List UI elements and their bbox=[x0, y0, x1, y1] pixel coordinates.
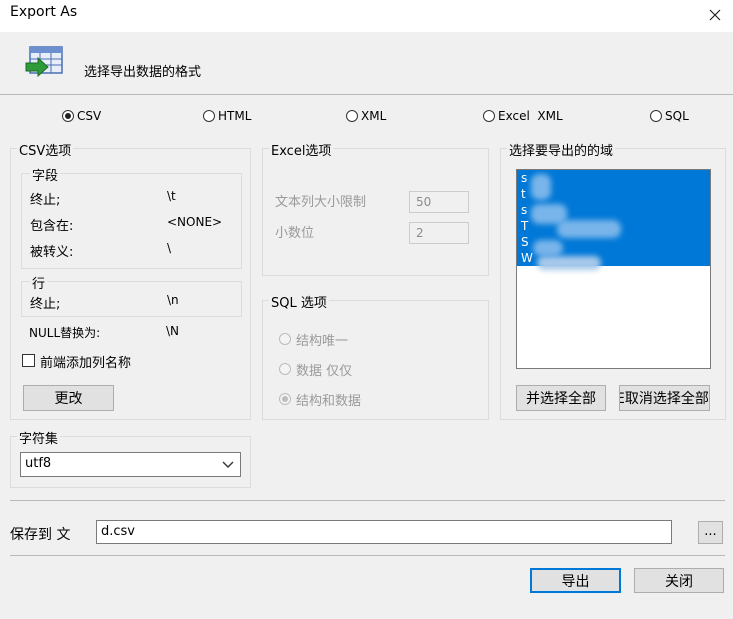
blur-patch bbox=[557, 220, 621, 238]
add-column-names-checkbox[interactable] bbox=[22, 354, 35, 367]
select-all-button[interactable]: 并选择全部 bbox=[516, 385, 606, 411]
format-selector: CSV HTML XML Excel XML SQL bbox=[0, 109, 733, 129]
charset-value: utf8 bbox=[25, 456, 52, 471]
format-label: HTML bbox=[218, 109, 252, 123]
close-window-button[interactable] bbox=[697, 0, 733, 30]
format-radio-sql[interactable]: SQL bbox=[650, 109, 689, 123]
field-enclosed-label: 包含在: bbox=[30, 219, 74, 234]
null-replace-label: NULL替换为: bbox=[29, 326, 101, 340]
fields-subgroup: 字段 终止; \t 包含在: <NONE> 被转义: \ bbox=[21, 165, 242, 269]
radio-dot bbox=[62, 110, 74, 122]
title-bar: Export As bbox=[0, 0, 733, 32]
text-col-limit-label: 文本列大小限制 bbox=[275, 195, 367, 210]
format-label: CSV bbox=[77, 109, 102, 123]
radio-dot bbox=[346, 110, 358, 122]
close-button[interactable]: 关闭 bbox=[634, 568, 724, 593]
chevron-down-icon bbox=[222, 461, 234, 468]
radio-dot bbox=[650, 110, 662, 122]
decimals-input[interactable]: 2 bbox=[409, 222, 469, 244]
deselect-all-label: E取消选择全部 bbox=[619, 391, 709, 407]
lines-subgroup: 行 终止; \n bbox=[21, 273, 242, 317]
group-title: CSV选项 bbox=[17, 140, 74, 159]
sql-data-only-radio[interactable] bbox=[279, 363, 291, 375]
field-escaped-value: \ bbox=[167, 241, 172, 255]
header: 选择导出数据的格式 bbox=[0, 32, 733, 95]
blur-patch bbox=[537, 256, 601, 270]
group-title: 字符集 bbox=[17, 428, 61, 447]
save-to-label: 保存到 文 bbox=[10, 527, 71, 543]
line-terminate-label: 终止; bbox=[30, 297, 61, 312]
fields-listbox[interactable]: s t s T S W bbox=[516, 169, 711, 369]
add-column-names-label: 前端添加列名称 bbox=[40, 356, 132, 371]
window-title: Export As bbox=[10, 4, 78, 20]
field-escaped-label: 被转义: bbox=[30, 245, 74, 260]
sql-data-only-label: 数据 仅仅 bbox=[296, 364, 353, 379]
sql-structure-only-radio[interactable] bbox=[279, 333, 291, 345]
blur-patch bbox=[531, 174, 551, 200]
text-col-limit-input[interactable]: 50 bbox=[409, 191, 469, 213]
format-label: SQL bbox=[665, 109, 689, 123]
format-radio-csv[interactable]: CSV bbox=[62, 109, 101, 123]
sql-structure-data-label: 结构和数据 bbox=[296, 394, 362, 409]
group-title: SQL 选项 bbox=[269, 292, 329, 311]
blur-patch bbox=[533, 240, 563, 256]
field-terminate-label: 终止; bbox=[30, 193, 61, 208]
null-replace-value: \N bbox=[166, 324, 180, 338]
charset-select[interactable]: utf8 bbox=[20, 452, 241, 477]
deselect-all-button[interactable]: E取消选择全部 bbox=[619, 385, 710, 411]
table-export-icon bbox=[25, 46, 63, 78]
group-title: Excel选项 bbox=[269, 140, 334, 159]
group-title: 字段 bbox=[30, 165, 61, 184]
format-label: XML bbox=[361, 109, 387, 123]
field-enclosed-value: <NONE> bbox=[167, 215, 223, 229]
format-radio-excel-xml[interactable]: Excel XML bbox=[483, 109, 563, 123]
format-radio-html[interactable]: HTML bbox=[203, 109, 251, 123]
radio-dot bbox=[203, 110, 215, 122]
field-terminate-value: \t bbox=[167, 189, 176, 203]
header-text: 选择导出数据的格式 bbox=[84, 65, 202, 80]
excel-options-group: Excel选项 文本列大小限制 50 小数位 2 bbox=[262, 140, 489, 276]
sql-options-group: SQL 选项 结构唯一 数据 仅仅 结构和数据 bbox=[262, 292, 489, 420]
close-icon bbox=[709, 9, 721, 21]
browse-button[interactable]: ... bbox=[698, 521, 723, 544]
format-radio-xml[interactable]: XML bbox=[346, 109, 386, 123]
line-terminate-value: \n bbox=[167, 293, 179, 307]
group-title: 行 bbox=[30, 273, 48, 292]
change-button[interactable]: 更改 bbox=[23, 385, 114, 411]
save-path-input[interactable]: d.csv bbox=[96, 520, 672, 544]
sql-structure-only-label: 结构唯一 bbox=[296, 334, 349, 349]
export-button[interactable]: 导出 bbox=[530, 568, 621, 593]
separator bbox=[10, 555, 725, 556]
decimals-label: 小数位 bbox=[275, 226, 315, 241]
separator bbox=[10, 500, 725, 501]
format-label: Excel XML bbox=[498, 109, 563, 123]
radio-dot bbox=[483, 110, 495, 122]
sql-structure-data-radio[interactable] bbox=[279, 393, 291, 405]
group-title: 选择要导出的的域 bbox=[507, 140, 616, 159]
csv-options-group: CSV选项 字段 终止; \t 包含在: <NONE> 被转义: \ 行 终止;… bbox=[10, 140, 251, 420]
